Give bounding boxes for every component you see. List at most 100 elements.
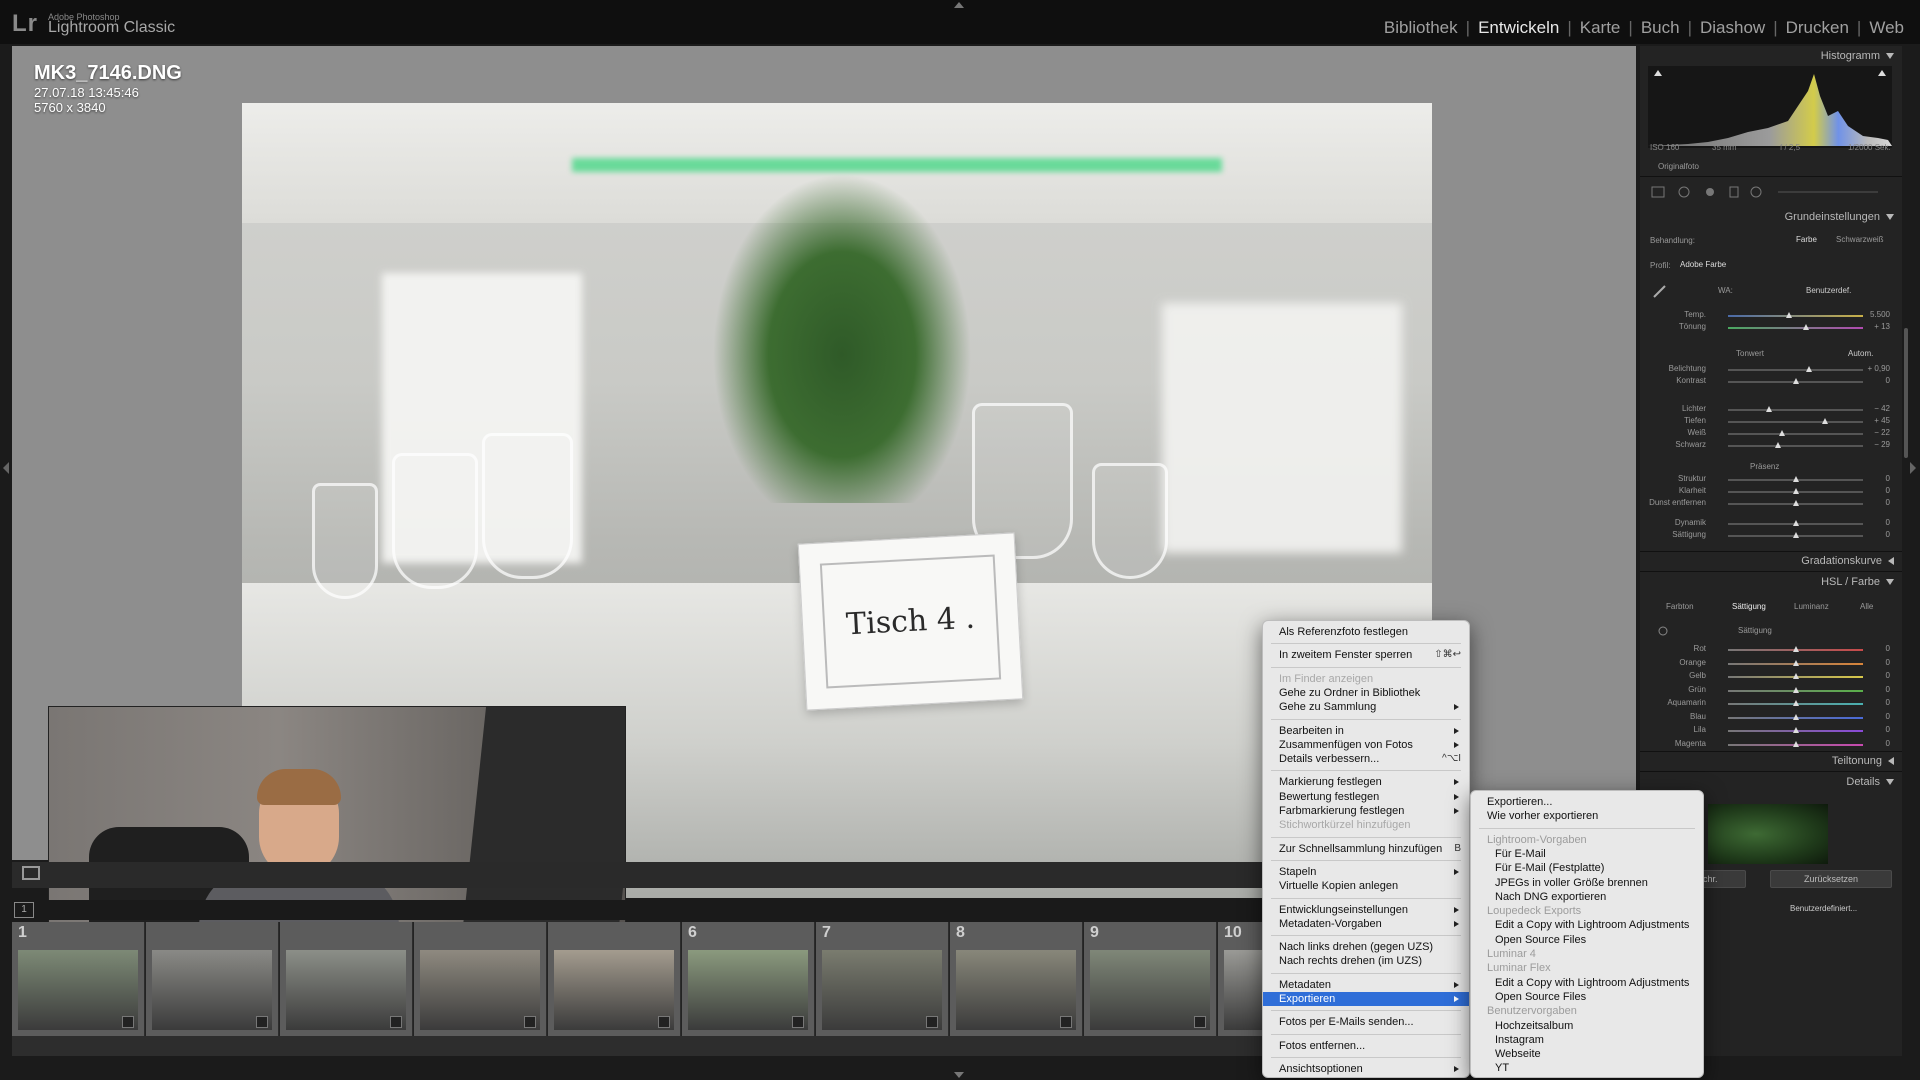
menu-item-farbmarkierung-festlegen[interactable]: Farbmarkierung festlegen [1263, 804, 1469, 818]
menu-item-für-e-mail-festplatte[interactable]: Für E-Mail (Festplatte) [1471, 861, 1703, 875]
slider-dunst-entfernen[interactable]: Dunst entfernen 0 [1648, 498, 1894, 510]
module-bibliothek[interactable]: Bibliothek [1376, 18, 1466, 38]
slider-sättigung[interactable]: Sättigung 0 [1648, 530, 1894, 542]
slider-track[interactable] [1728, 418, 1863, 424]
slider-track[interactable] [1728, 727, 1863, 733]
spot-removal-icon[interactable] [1678, 186, 1690, 198]
tone-curve-header[interactable]: Gradationskurve [1801, 555, 1894, 567]
hsl-tab-luminanz[interactable]: Luminanz [1794, 602, 1829, 611]
hsl-slider-rot[interactable]: Rot 0 [1648, 644, 1894, 656]
menu-item-hochzeitsalbum[interactable]: Hochzeitsalbum [1471, 1019, 1703, 1033]
profile-select[interactable]: Adobe Farbe [1680, 260, 1726, 269]
right-panel-scrollbar[interactable] [1904, 328, 1908, 458]
slider-track[interactable] [1728, 740, 1863, 747]
right-panel-toggle-icon[interactable] [1910, 462, 1916, 474]
slider-value[interactable]: + 13 [1874, 322, 1890, 331]
hsl-slider-magenta[interactable]: Magenta 0 [1648, 739, 1894, 751]
menu-item-details-verbessern[interactable]: Details verbessern... ^⌥I [1263, 752, 1469, 766]
slider-value[interactable]: 0 [1886, 498, 1890, 507]
menu-item-bewertung-festlegen[interactable]: Bewertung festlegen [1263, 790, 1469, 804]
hsl-tab-alle[interactable]: Alle [1860, 602, 1873, 611]
slider-track[interactable] [1728, 520, 1863, 526]
filmstrip-thumbnail[interactable]: 1 [12, 922, 145, 1036]
slider-track[interactable] [1728, 700, 1863, 706]
slider-klarheit[interactable]: Klarheit 0 [1648, 486, 1894, 498]
module-entwickeln[interactable]: Entwickeln [1470, 18, 1567, 38]
slider-struktur[interactable]: Struktur 0 [1648, 474, 1894, 486]
menu-item-metadaten[interactable]: Metadaten [1263, 978, 1469, 992]
menu-item-metadaten-vorgaben[interactable]: Metadaten-Vorgaben [1263, 917, 1469, 931]
slider-track[interactable] [1728, 488, 1863, 494]
slider-knob[interactable] [1792, 686, 1799, 693]
slider-value[interactable]: 0 [1886, 376, 1890, 385]
left-panel-toggle-icon[interactable] [3, 462, 9, 474]
menu-item-open-source-files[interactable]: Open Source Files [1471, 990, 1703, 1004]
slider-track[interactable] [1728, 324, 1863, 330]
menu-item-fotos-per-e-mails-senden[interactable]: Fotos per E-Mails senden... [1263, 1015, 1469, 1029]
slider-knob[interactable] [1792, 520, 1799, 526]
menu-item-nach-rechts-drehen-im-uzs[interactable]: Nach rechts drehen (im UZS) [1263, 954, 1469, 968]
slider-value[interactable]: 0 [1886, 658, 1890, 667]
hsl-slider-orange[interactable]: Orange 0 [1648, 658, 1894, 670]
tone-auto-button[interactable]: Autom. [1848, 349, 1873, 358]
slider-track[interactable] [1728, 532, 1863, 538]
filmstrip-page-button[interactable]: 1 [14, 902, 34, 918]
slider-weiß[interactable]: Weiß − 22 [1648, 428, 1894, 440]
slider-kontrast[interactable]: Kontrast 0 [1648, 376, 1894, 388]
slider-knob[interactable] [1792, 727, 1799, 733]
filmstrip-thumbnail[interactable] [146, 922, 279, 1036]
menu-item-webseite[interactable]: Webseite [1471, 1047, 1703, 1061]
menu-item-gehe-zu-sammlung[interactable]: Gehe zu Sammlung [1263, 700, 1469, 714]
slider-value[interactable]: 0 [1886, 486, 1890, 495]
menu-item-gehe-zu-ordner-in-bibliothek[interactable]: Gehe zu Ordner in Bibliothek [1263, 686, 1469, 700]
slider-knob[interactable] [1765, 406, 1772, 412]
slider-knob[interactable] [1792, 673, 1799, 679]
slider-knob[interactable] [1785, 312, 1792, 318]
filmstrip-thumbnail[interactable]: 7 [816, 922, 949, 1036]
slider-value[interactable]: 0 [1886, 698, 1890, 707]
filmstrip-thumbnail[interactable] [548, 922, 681, 1036]
basic-header[interactable]: Grundeinstellungen [1785, 211, 1894, 223]
slider-track[interactable] [1728, 406, 1863, 412]
slider-value[interactable]: 0 [1886, 712, 1890, 721]
menu-item-zusammenfügen-von-fotos[interactable]: Zusammenfügen von Fotos [1263, 738, 1469, 752]
filmstrip-thumbnail[interactable] [414, 922, 547, 1036]
slider-value[interactable]: 0 [1886, 518, 1890, 527]
slider-track[interactable] [1728, 442, 1863, 448]
slider-value[interactable]: − 42 [1874, 404, 1890, 413]
slider-track[interactable] [1728, 673, 1863, 679]
filmstrip-thumbnail[interactable]: 8 [950, 922, 1083, 1036]
filmstrip-thumbnail[interactable] [280, 922, 413, 1036]
hsl-tab-sättigung[interactable]: Sättigung [1732, 602, 1766, 611]
slider-knob[interactable] [1792, 646, 1799, 652]
slider-knob[interactable] [1792, 659, 1799, 666]
menu-item-entwicklungseinstellungen[interactable]: Entwicklungseinstellungen [1263, 903, 1469, 917]
menu-item-nach-links-drehen-gegen-uzs[interactable]: Nach links drehen (gegen UZS) [1263, 940, 1469, 954]
bottom-panel-toggle-icon[interactable] [954, 1072, 964, 1078]
menu-item-als-referenzfoto-festlegen[interactable]: Als Referenzfoto festlegen [1263, 625, 1469, 639]
menu-item-instagram[interactable]: Instagram [1471, 1033, 1703, 1047]
menu-item-bearbeiten-in[interactable]: Bearbeiten in [1263, 724, 1469, 738]
highlight-clip-icon[interactable] [1878, 70, 1886, 76]
slider-track[interactable] [1728, 430, 1863, 436]
slider-value[interactable]: + 0,90 [1868, 364, 1890, 373]
top-panel-toggle-icon[interactable] [954, 2, 964, 8]
slider-value[interactable]: 0 [1886, 685, 1890, 694]
eyedropper-icon[interactable] [1652, 284, 1668, 298]
graduated-filter-icon[interactable] [1729, 186, 1739, 198]
slider-knob[interactable] [1792, 713, 1799, 720]
slider-track[interactable] [1728, 686, 1863, 693]
slider-value[interactable]: 0 [1886, 671, 1890, 680]
hsl-slider-gelb[interactable]: Gelb 0 [1648, 671, 1894, 683]
slider-track[interactable] [1728, 312, 1863, 318]
menu-item-ansichtsoptionen[interactable]: Ansichtsoptionen [1263, 1062, 1469, 1076]
hsl-slider-grün[interactable]: Grün 0 [1648, 685, 1894, 697]
slider-value[interactable]: 0 [1886, 530, 1890, 539]
menu-item-yt[interactable]: YT [1471, 1061, 1703, 1075]
slider-track[interactable] [1728, 366, 1863, 372]
hsl-slider-aquamarin[interactable]: Aquamarin 0 [1648, 698, 1894, 710]
hsl-slider-blau[interactable]: Blau 0 [1648, 712, 1894, 724]
menu-item-stapeln[interactable]: Stapeln [1263, 865, 1469, 879]
module-drucken[interactable]: Drucken [1778, 18, 1857, 38]
slider-track[interactable] [1728, 646, 1863, 652]
